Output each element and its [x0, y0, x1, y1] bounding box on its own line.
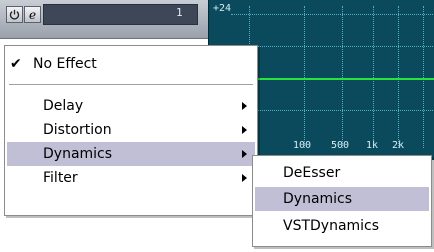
eq-grid-hline: [231, 110, 434, 111]
dynamics-submenu: DeEsser Dynamics VSTDynamics: [252, 155, 432, 247]
power-icon[interactable]: [6, 6, 23, 23]
menu-item-label: Distortion: [43, 122, 112, 138]
menu-item-label: Filter: [43, 170, 78, 186]
submenu-arrow-icon: [242, 174, 247, 182]
eq-grid-vline: [373, 6, 374, 148]
effect-menu: ✔ No Effect Delay Distortion Dynamics Fi…: [4, 45, 258, 216]
eq-grid-hline: [231, 46, 434, 47]
eq-freq-label: 100: [293, 140, 312, 151]
menu-item-label: No Effect: [33, 56, 97, 72]
menu-item-distortion[interactable]: Distortion: [7, 118, 255, 142]
eq-grid-vline: [304, 6, 305, 148]
slot-number: 1: [176, 6, 183, 19]
plugin-slot-header: e 1: [0, 0, 208, 39]
submenu-item-label: VSTDynamics: [283, 218, 380, 234]
eq-grid-vline: [423, 6, 424, 148]
submenu-arrow-icon: [242, 126, 247, 134]
menu-separator: [9, 84, 253, 86]
menu-item-label: Delay: [43, 98, 84, 114]
edit-icon[interactable]: e: [24, 6, 41, 23]
edit-glyph: e: [28, 7, 37, 22]
menu-item-filter[interactable]: Filter: [7, 166, 255, 190]
eq-curve[interactable]: [231, 78, 434, 80]
power-icon-glyph: [9, 9, 20, 20]
eq-freq-label: 1k: [366, 140, 379, 151]
eq-freq-label: 500: [331, 140, 350, 151]
submenu-item-dynamics[interactable]: Dynamics: [255, 187, 429, 211]
eq-grid-vline: [342, 6, 343, 148]
submenu-arrow-icon: [242, 150, 247, 158]
menu-item-no-effect[interactable]: ✔ No Effect: [7, 52, 255, 76]
eq-freq-label: 2k: [392, 140, 405, 151]
eq-db-label: +24: [213, 3, 232, 14]
checkmark-icon: ✔: [10, 56, 22, 72]
effect-slot-name-field[interactable]: [43, 4, 198, 25]
submenu-item-label: Dynamics: [283, 191, 353, 207]
submenu-item-vstdynamics[interactable]: VSTDynamics: [255, 214, 429, 238]
eq-grid-vline: [398, 6, 399, 148]
submenu-arrow-icon: [242, 102, 247, 110]
submenu-item-deesser[interactable]: DeEsser: [255, 161, 429, 185]
menu-item-label: Dynamics: [43, 146, 113, 162]
submenu-item-label: DeEsser: [283, 165, 341, 181]
menu-item-delay[interactable]: Delay: [7, 94, 255, 118]
menu-item-dynamics[interactable]: Dynamics: [7, 142, 255, 166]
eq-grid-hline: [231, 14, 434, 15]
